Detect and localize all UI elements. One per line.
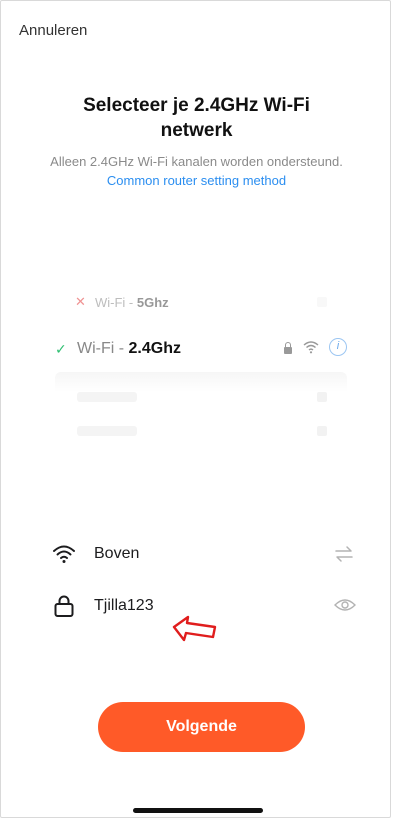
network-label-2-4ghz: Wi-Fi - 2.4Ghz [77,340,181,358]
placeholder-block [317,392,327,402]
cancel-button[interactable]: Annuleren [19,22,87,39]
next-button[interactable]: Volgende [98,702,305,752]
network-row-2-4ghz: ✓ Wi-Fi - 2.4Ghz i [55,334,347,364]
placeholder-bar [77,426,137,436]
blurred-network-list [55,372,347,462]
annotation-arrow-icon [172,615,217,642]
wifi-icon [303,341,319,354]
cross-icon: ✕ [75,294,86,309]
network-row-5ghz: ✕ Wi-Fi - 5Ghz [55,291,347,313]
network-prefix: Wi-Fi - [95,294,137,310]
network-prefix: Wi-Fi - [77,340,129,357]
info-icon: i [329,338,347,356]
wifi-name-field[interactable]: Boven [52,539,356,569]
home-indicator [133,808,263,813]
router-setting-link[interactable]: Common router setting method [107,173,286,188]
placeholder-block [317,426,327,436]
check-icon: ✓ [55,340,67,357]
placeholder-bar [77,392,137,402]
wifi-name-input[interactable]: Boven [94,539,139,569]
network-band: 2.4Ghz [128,340,181,357]
network-band: 5Ghz [136,294,169,310]
placeholder-block [317,297,327,307]
page-subtitle: Alleen 2.4GHz Wi-Fi kanalen worden onder… [40,152,353,190]
wifi-icon [53,545,75,563]
lock-icon [284,342,292,354]
subtitle-text: Alleen 2.4GHz Wi-Fi kanalen worden onder… [50,154,343,169]
eye-icon[interactable] [334,597,356,613]
wifi-band-illustration: ✕ Wi-Fi - 5Ghz ✓ Wi-Fi - 2.4Ghz i [55,280,347,462]
page-title: Selecteer je 2.4GHz Wi-Fi netwerk [83,95,310,141]
lock-icon [54,595,74,617]
wifi-password-input[interactable]: Tjilla123 [94,591,154,621]
network-label-5ghz: Wi-Fi - 5Ghz [95,295,169,310]
switch-network-icon[interactable] [334,545,354,563]
